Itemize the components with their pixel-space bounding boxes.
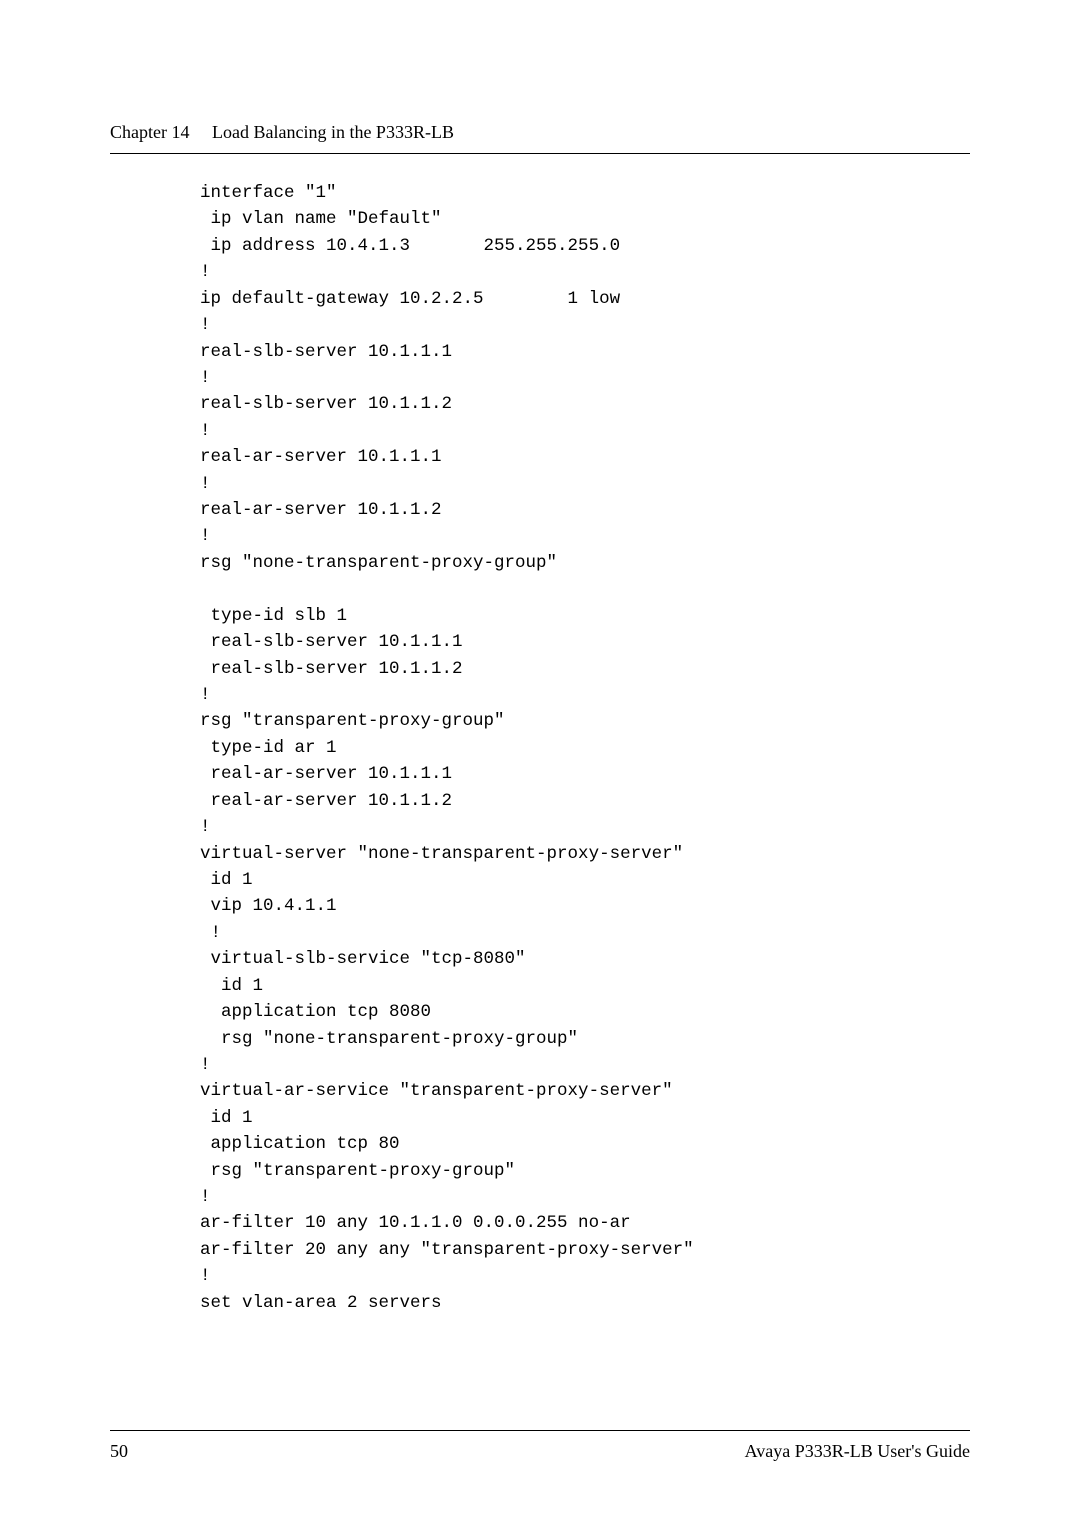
header-divider	[110, 153, 970, 154]
chapter-label: Chapter 14	[110, 122, 189, 142]
config-code-block: interface "1" ip vlan name "Default" ip …	[200, 180, 970, 1316]
footer-divider	[110, 1430, 970, 1431]
guide-name: Avaya P333R-LB User's Guide	[745, 1441, 970, 1462]
chapter-header: Chapter 14 Load Balancing in the P333R-L…	[110, 122, 970, 143]
chapter-title: Load Balancing in the P333R-LB	[212, 122, 454, 142]
page-footer: 50 Avaya P333R-LB User's Guide	[110, 1430, 970, 1462]
page-number: 50	[110, 1441, 128, 1462]
